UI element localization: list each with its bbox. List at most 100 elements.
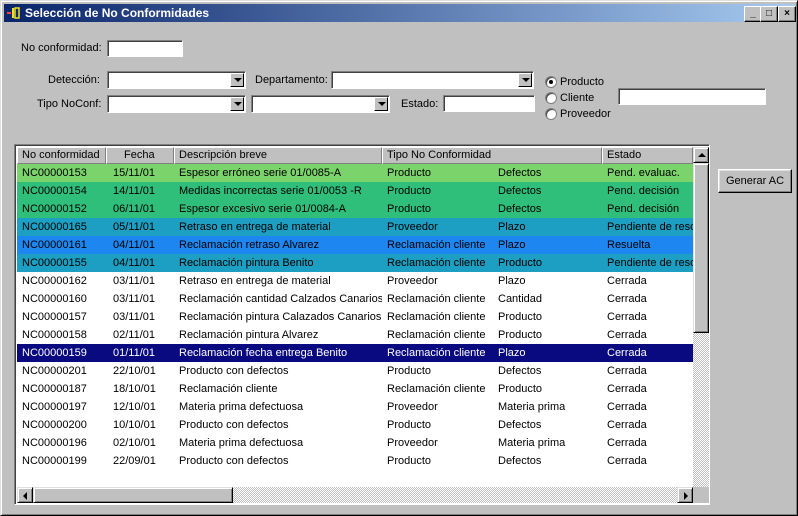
close-button[interactable]: × [778,6,796,22]
table-row[interactable]: NC00000158 02/11/01 Reclamación pintura Al… [17,326,693,344]
column-header-fecha[interactable]: Fecha [106,147,174,164]
vertical-scroll-thumb[interactable] [693,163,709,333]
table-row[interactable]: NC00000201 22/10/01 Producto con defectos P… [17,362,693,380]
cell-descripcion: Espesor erróneo serie 01/0085-A [179,167,342,179]
cell-no-conformidad: NC00000165 [22,221,87,233]
cell-no-conformidad: NC00000154 [22,185,87,197]
table-row[interactable]: NC00000199 22/09/01 Producto con defectos P… [17,452,693,470]
cell-descripcion: Producto con defectos [179,455,289,467]
cell-tipo: Reclamación cliente [387,383,486,395]
cell-descripcion: Reclamación fecha entrega Benito [179,347,348,359]
radio-cliente-label[interactable]: Cliente [560,92,594,104]
table-body: NC00000153 15/11/01 Espesor erróneo serie … [17,164,693,470]
tipo-noconf-label: Tipo NoConf: [37,98,102,110]
estado-input[interactable] [443,95,535,112]
column-header-descripcion[interactable]: Descripción breve [174,147,382,164]
table-row[interactable]: NC00000157 03/11/01 Reclamación pintura Ca… [17,308,693,326]
deteccion-select[interactable] [107,71,246,89]
cell-fecha: 04/11/01 [113,239,156,251]
column-header-estado[interactable]: Estado [602,147,693,164]
cell-estado: Cerrada [607,311,647,323]
cell-no-conformidad: NC00000161 [22,239,87,251]
table-row[interactable]: NC00000187 18/10/01 Reclamación cliente Rec… [17,380,693,398]
scroll-up-button[interactable] [693,147,709,163]
cell-tipo: Proveedor [387,437,438,449]
table-row[interactable]: NC00000161 04/11/01 Reclamación retraso Al… [17,236,693,254]
cell-subtipo: Cantidad [498,293,543,305]
cell-estado: Cerrada [607,347,647,359]
departamento-select[interactable] [331,71,534,89]
scroll-right-button[interactable] [677,487,693,503]
radio-producto[interactable] [545,76,557,88]
cell-estado: Cerrada [607,401,647,413]
chevron-down-icon[interactable] [518,73,532,87]
cell-fecha: 22/10/01 [113,365,156,377]
no-conformidad-input[interactable] [107,40,183,57]
title-bar[interactable]: Selección de No Conformidades _ □ × [4,4,796,22]
cell-estado: Cerrada [607,419,647,431]
cell-fecha: 18/10/01 [113,383,156,395]
table-row[interactable]: NC00000165 05/11/01 Retraso en entrega de … [17,218,693,236]
tipo-noconf-select[interactable] [107,95,246,113]
horizontal-scroll-thumb[interactable] [33,487,233,503]
entity-input[interactable] [618,88,766,105]
cell-fecha: 12/10/01 [113,401,156,413]
cell-tipo: Producto [387,419,432,431]
table-row[interactable]: NC00000197 12/10/01 Materia prima defectuo… [17,398,693,416]
deteccion-label: Detección: [48,74,100,86]
scroll-left-button[interactable] [17,487,33,503]
table-row[interactable]: NC00000152 06/11/01 Espesor excesivo serie… [17,200,693,218]
estado-label: Estado: [401,98,439,110]
close-icon: × [784,8,790,19]
column-header-tipo[interactable]: Tipo No Conformidad [382,147,602,164]
cell-tipo: Producto [387,365,432,377]
table-row[interactable]: NC00000160 03/11/01 Reclamación cantidad C… [17,290,693,308]
cell-no-conformidad: NC00000157 [22,311,87,323]
scrollbar-corner [693,487,709,503]
cell-descripcion: Retraso en entrega de material [179,275,331,287]
cell-tipo: Proveedor [387,221,438,233]
chevron-down-icon[interactable] [374,97,388,111]
radio-proveedor-label[interactable]: Proveedor [560,108,611,120]
cell-fecha: 15/11/01 [113,167,156,179]
table-row[interactable]: NC00000162 03/11/01 Retraso en entrega de … [17,272,693,290]
chevron-down-icon[interactable] [230,73,244,87]
cell-fecha: 03/11/01 [113,311,156,323]
table-row[interactable]: NC00000154 14/11/01 Medidas incorrectas se… [17,182,693,200]
maximize-button[interactable]: □ [760,6,778,22]
table-row[interactable]: NC00000200 10/10/01 Producto con defectos P… [17,416,693,434]
chevron-down-icon[interactable] [230,97,244,111]
cell-descripcion: Reclamación pintura Alvarez [179,329,319,341]
cell-descripcion: Materia prima defectuosa [179,437,304,449]
subtipo-select[interactable] [251,95,390,113]
table-row[interactable]: NC00000196 02/10/01 Materia prima defectuo… [17,434,693,452]
cell-subtipo: Producto [498,383,543,395]
table-row[interactable]: NC00000153 15/11/01 Espesor erróneo serie … [17,164,693,182]
no-conformidad-label: No conformidad: [21,42,102,54]
cell-no-conformidad: NC00000160 [22,293,87,305]
cell-estado: Cerrada [607,455,647,467]
column-header-no-conformidad[interactable]: No conformidad [17,147,106,164]
cell-no-conformidad: NC00000197 [22,401,87,413]
cell-estado: Resuelta [607,239,651,251]
cell-no-conformidad: NC00000187 [22,383,87,395]
arrow-left-icon [23,492,27,500]
radio-cliente[interactable] [545,92,557,104]
generar-ac-button[interactable]: Generar AC [718,169,792,193]
horizontal-scrollbar[interactable] [17,487,693,503]
cell-tipo: Producto [387,203,432,215]
radio-producto-label[interactable]: Producto [560,76,604,88]
table-row[interactable]: NC00000155 04/11/01 Reclamación pintura Be… [17,254,693,272]
departamento-label: Departamento: [255,74,328,86]
cell-tipo: Proveedor [387,401,438,413]
radio-proveedor[interactable] [545,108,557,120]
table-row[interactable]: NC00000159 01/11/01 Reclamación fecha entr… [17,344,693,362]
vertical-scrollbar[interactable] [693,147,709,487]
cell-estado: Cerrada [607,275,647,287]
arrow-up-icon [698,153,706,157]
cell-estado: Cerrada [607,329,647,341]
cell-subtipo: Producto [498,257,543,269]
cell-tipo: Producto [387,167,432,179]
cell-subtipo: Producto [498,311,543,323]
nonconformity-table[interactable]: No conformidad Fecha Descripción breve T… [14,144,710,505]
